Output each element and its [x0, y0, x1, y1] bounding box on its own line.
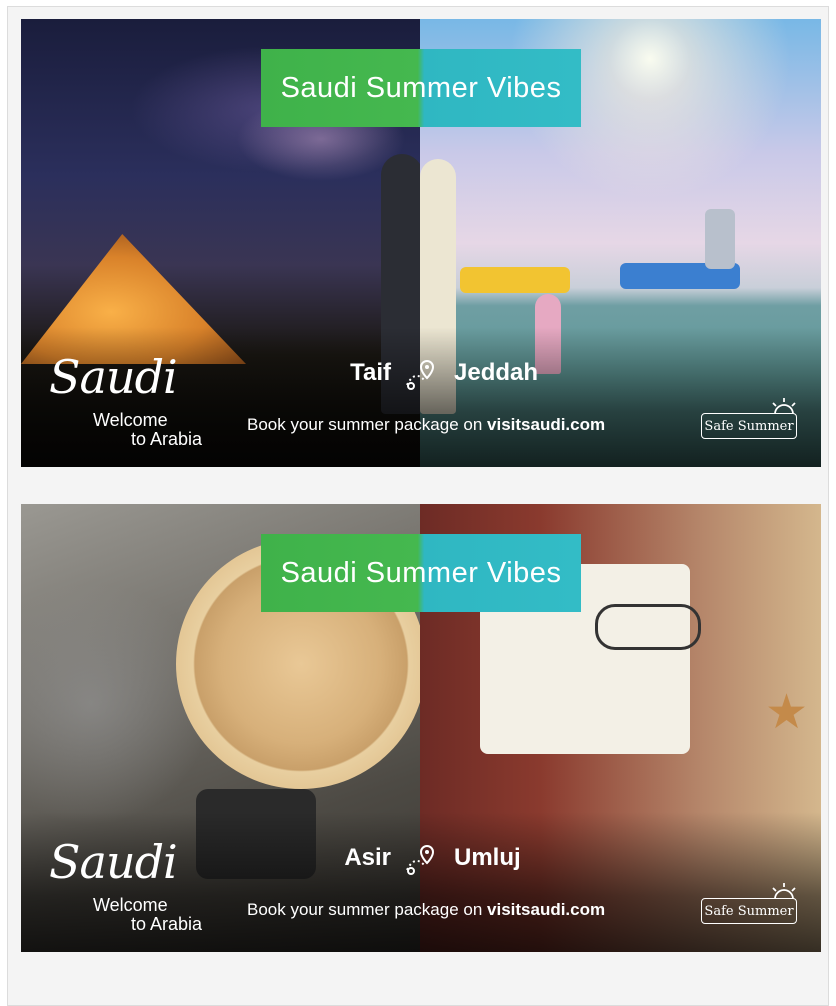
- safe-summer-badge: Safe Summer: [701, 883, 799, 930]
- location-pin-icon: [406, 359, 435, 390]
- destination-cities: Asir Umluj: [21, 844, 821, 878]
- starfish: ★: [765, 686, 809, 739]
- logo-subtitle-1: Welcome: [93, 410, 168, 430]
- city-left: Taif: [350, 359, 391, 386]
- tagline-text: Book your summer package on: [247, 900, 488, 919]
- title-banner: Saudi Summer Vibes: [261, 49, 581, 127]
- website-link[interactable]: visitsaudi.com: [487, 415, 605, 434]
- ad-banner-asir-umluj[interactable]: ★ Saudi Summer Vibes Saudi Welcome to Ar…: [21, 504, 821, 952]
- sunglasses: [595, 604, 701, 650]
- tower: [705, 209, 735, 269]
- title-banner: Saudi Summer Vibes: [261, 534, 581, 612]
- city-right: Umluj: [454, 844, 521, 871]
- logo-subtitle-1: Welcome: [93, 895, 168, 915]
- badge-label: Safe Summer: [701, 898, 797, 924]
- logo-subtitle-2: to Arabia: [131, 429, 203, 449]
- city-right: Jeddah: [454, 359, 539, 386]
- website-link[interactable]: visitsaudi.com: [487, 900, 605, 919]
- tagline: Book your summer package on visitsaudi.c…: [247, 415, 605, 435]
- location-pin-icon: [406, 844, 435, 875]
- title-text: Saudi Summer Vibes: [280, 556, 562, 589]
- logo-subtitle-2: to Arabia: [131, 914, 203, 934]
- city-left: Asir: [344, 844, 391, 871]
- tagline-text: Book your summer package on: [247, 415, 488, 434]
- tagline: Book your summer package on visitsaudi.c…: [247, 900, 605, 920]
- badge-label: Safe Summer: [701, 413, 797, 439]
- inflatable-yellow: [460, 267, 570, 293]
- title-text: Saudi Summer Vibes: [280, 71, 562, 104]
- ad-banner-taif-jeddah[interactable]: Saudi Summer Vibes Saudi Welcome to Arab…: [21, 19, 821, 467]
- destination-cities: Taif Jeddah: [21, 359, 821, 393]
- safe-summer-badge: Safe Summer: [701, 398, 799, 445]
